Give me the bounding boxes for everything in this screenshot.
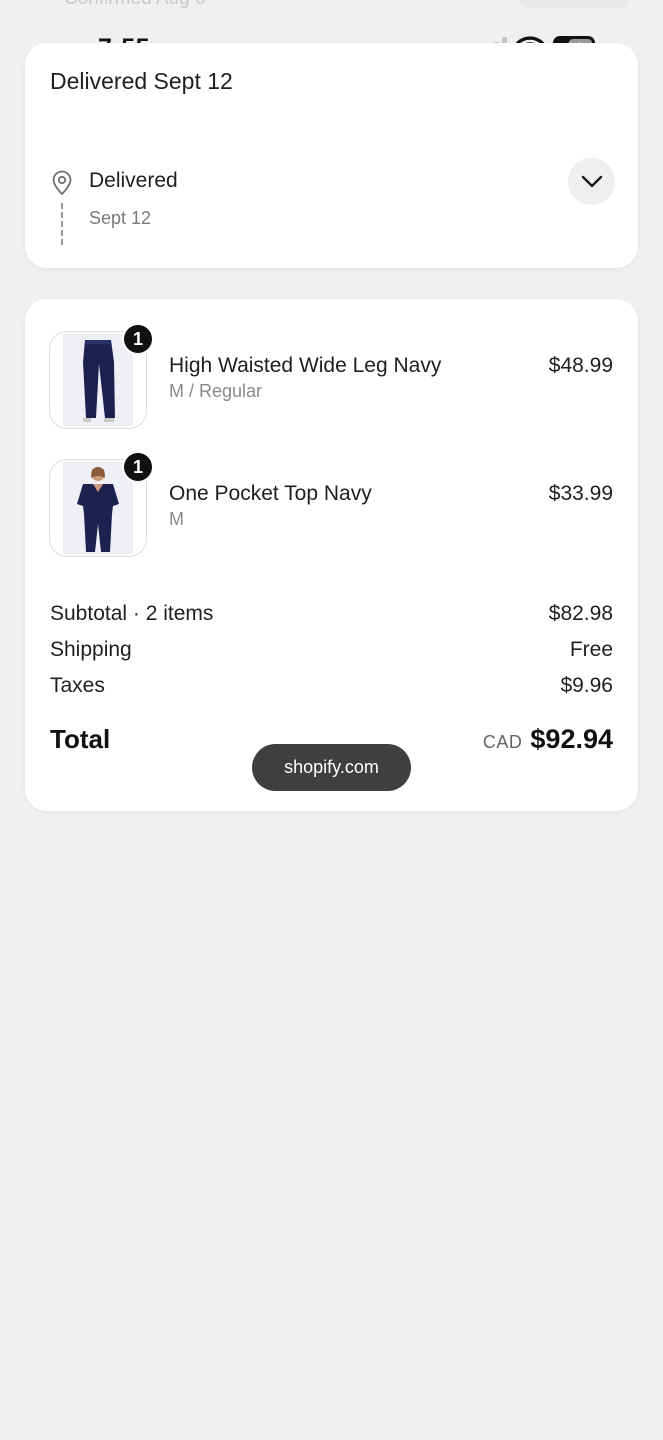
taxes-value: $9.96	[560, 674, 613, 697]
navy-pants-image	[63, 334, 133, 426]
line-item[interactable]: 1 One Pocket Top Navy M $33.99	[25, 451, 638, 559]
battery-level: 34	[566, 39, 582, 55]
line-item[interactable]: 1 High Waisted Wide Leg Navy M / Regular…	[25, 323, 638, 431]
quantity-badge: 1	[122, 323, 154, 355]
item-name: One Pocket Top Navy	[169, 482, 372, 505]
delivery-status-card: Delivered Sept 12 Delivered Sept 12	[25, 43, 638, 268]
chevron-down-icon	[581, 175, 602, 187]
expand-tracking-button[interactable]	[568, 158, 615, 205]
taxes-row: Taxes $9.96	[50, 674, 613, 698]
total-label: Total	[50, 724, 111, 754]
order-summary-card: 1 High Waisted Wide Leg Navy M / Regular…	[25, 299, 638, 811]
delivery-status-label: Delivered	[89, 169, 178, 192]
delivery-title: Delivered Sept 12	[50, 68, 233, 94]
subtotal-row: Subtotal · 2 items $82.98	[50, 602, 613, 626]
taxes-label: Taxes	[50, 674, 105, 697]
navy-scrub-top-image	[63, 462, 133, 554]
delivery-status-date: Sept 12	[89, 208, 152, 228]
shipping-value: Free	[569, 638, 613, 661]
subtotal-label: Subtotal · 2 items	[50, 602, 214, 625]
subtotal-value: $82.98	[548, 602, 613, 625]
item-price: $33.99	[548, 482, 613, 505]
domain-pill[interactable]: shopify.com	[252, 744, 411, 791]
item-price: $48.99	[548, 354, 613, 377]
item-name: High Waisted Wide Leg Navy	[169, 354, 442, 377]
scrolled-header-text: Confirmed Aug 6	[64, 0, 206, 10]
total-amount: $92.94	[530, 724, 613, 754]
scrolled-header-pill	[520, 0, 630, 8]
item-variant: M / Regular	[169, 381, 263, 401]
timeline-connector	[61, 203, 63, 245]
order-status-page: Confirmed Aug 6 7:55 34 Delivered Sept 1…	[0, 0, 663, 1440]
quantity-badge: 1	[122, 451, 154, 483]
total-value-group: CAD $92.94	[483, 724, 613, 755]
currency-code: CAD	[482, 732, 523, 752]
shipping-label: Shipping	[50, 638, 132, 661]
shipping-row: Shipping Free	[50, 638, 613, 662]
location-pin-icon	[52, 170, 72, 196]
item-variant: M	[169, 509, 184, 529]
